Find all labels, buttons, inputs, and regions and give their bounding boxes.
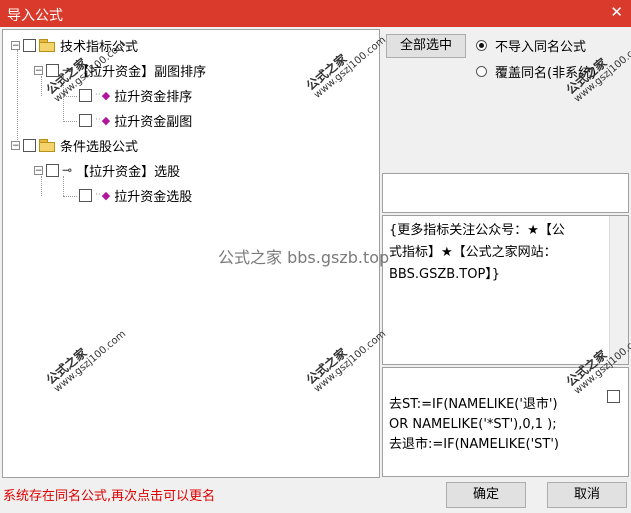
note-line: BBS.GSZB.TOP】} <box>389 267 501 282</box>
subgroup-label: 【拉升资金】选股 <box>76 164 181 180</box>
connector-icon: ·· <box>95 115 101 125</box>
tree-item[interactable]: ·· ◆ 拉升资金排序 <box>79 85 192 105</box>
tree-item[interactable]: ·· ◆ 拉升资金副图 <box>79 110 192 130</box>
collapse-icon[interactable]: − <box>34 165 43 175</box>
item-label: 拉升资金排序 <box>114 89 193 105</box>
formula-icon: ◆ <box>101 188 111 202</box>
window-title: 导入公式 <box>7 8 63 24</box>
cancel-button[interactable]: 取消 <box>547 482 627 508</box>
radio-selected-icon[interactable] <box>476 40 487 51</box>
radio-unselected-icon[interactable] <box>476 66 487 77</box>
collapse-icon[interactable]: − <box>34 65 43 75</box>
status-message: 系统存在同名公式,再次点击可以更名 <box>3 489 216 504</box>
folder-icon <box>39 39 55 52</box>
ok-button[interactable]: 确定 <box>446 482 526 508</box>
group-checkbox[interactable] <box>23 38 36 52</box>
code-line: 去ST:=IF(NAMELIKE('退市') <box>389 397 558 412</box>
note-line: 式指标】★【公式之家网站： <box>389 245 557 260</box>
collapse-icon[interactable]: − <box>11 140 20 150</box>
title-bar: 导入公式 ✕ <box>0 0 631 27</box>
item-checkbox[interactable] <box>79 113 92 127</box>
item-label: 拉升资金选股 <box>114 189 193 205</box>
code-checkbox[interactable] <box>607 390 620 403</box>
radio-label: 不导入同名公式 <box>495 40 587 55</box>
tree-item[interactable]: ·· ◆ 拉升资金选股 <box>79 185 192 205</box>
radio-no-import[interactable]: 不导入同名公式 <box>476 36 586 55</box>
connector-icon: ·· <box>95 90 101 100</box>
code-line: OR NAMELIKE('*ST'),0,1 ); <box>389 417 557 432</box>
key-icon: ⊸ <box>62 163 73 177</box>
item-label: 拉升资金副图 <box>114 114 193 130</box>
group-label: 条件选股公式 <box>60 139 139 155</box>
note-text: {更多指标关注公众号：★【公 式指标】★【公式之家网站： BBS.GSZB.TO… <box>389 220 599 286</box>
folder-icon <box>39 139 55 152</box>
close-icon[interactable]: ✕ <box>610 3 623 21</box>
note-line: {更多指标关注公众号：★【公 <box>389 223 565 238</box>
collapse-icon[interactable]: − <box>11 40 20 50</box>
tree-group[interactable]: − 条件选股公式 <box>11 135 138 155</box>
item-checkbox[interactable] <box>79 88 92 102</box>
select-all-button[interactable]: 全部选中 <box>386 34 466 58</box>
connector-icon: ·· <box>95 190 101 200</box>
subgroup-checkbox[interactable] <box>46 163 59 177</box>
group-checkbox[interactable] <box>23 138 36 152</box>
blank-box <box>382 173 629 213</box>
code-line: 去退市:=IF(NAMELIKE('ST') <box>389 437 560 452</box>
center-watermark: 公式之家 bbs.gszb.top <box>218 248 390 267</box>
tree-subgroup[interactable]: − ⊸ 【拉升资金】选股 <box>34 160 180 180</box>
item-checkbox[interactable] <box>79 188 92 202</box>
formula-icon: ◆ <box>101 88 111 102</box>
code-text: 去ST:=IF(NAMELIKE('退市') OR NAMELIKE('*ST'… <box>389 395 599 455</box>
formula-icon: ◆ <box>101 113 111 127</box>
